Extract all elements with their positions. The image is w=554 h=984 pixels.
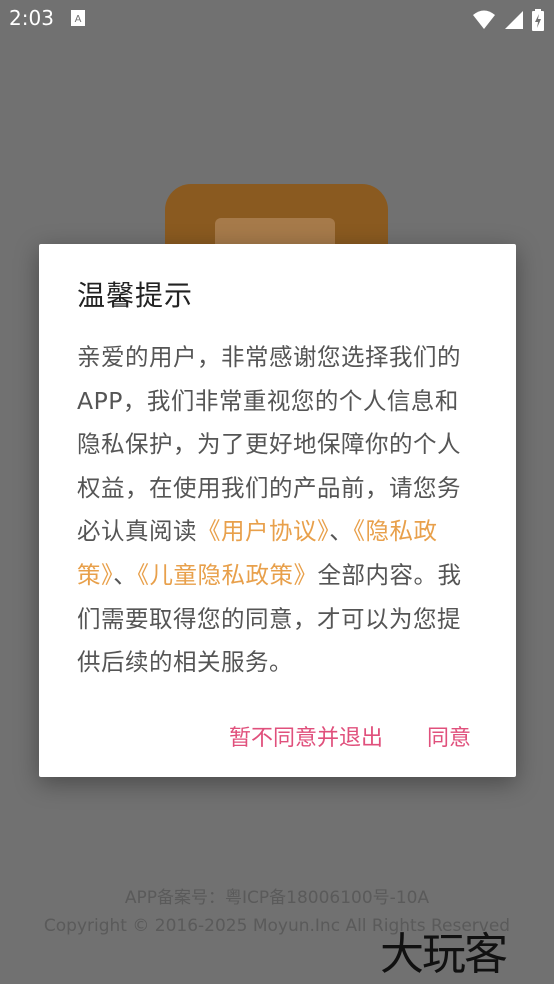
- dialog-body: 亲爱的用户，非常感谢您选择我们的APP，我们非常重视您的个人信息和隐私保护，为了…: [77, 336, 477, 685]
- dialog-text-1: 亲爱的用户，非常感谢您选择我们的APP，我们非常重视您的个人信息和隐私保护，为了…: [77, 343, 461, 546]
- separator: 、: [329, 517, 354, 546]
- privacy-dialog: 温馨提示 亲爱的用户，非常感谢您选择我们的APP，我们非常重视您的个人信息和隐私…: [39, 244, 516, 777]
- svg-text:A: A: [75, 14, 82, 25]
- dialog-title: 温馨提示: [77, 279, 194, 312]
- decline-exit-button[interactable]: 暂不同意并退出: [229, 720, 383, 752]
- separator: 、: [113, 560, 138, 589]
- status-bar: 2:03 A: [0, 0, 554, 38]
- child-privacy-policy-link[interactable]: 《儿童隐私政策》: [137, 561, 317, 589]
- signal-icon: [504, 10, 523, 29]
- user-agreement-link[interactable]: 《用户协议》: [197, 517, 329, 545]
- agree-button[interactable]: 同意: [427, 720, 471, 752]
- notification-a-icon: A: [71, 10, 85, 26]
- icp-record: APP备案号：粤ICP备18006100号-10A: [124, 888, 430, 908]
- watermark-logo: 大玩客: [380, 929, 508, 980]
- status-time: 2:03: [9, 6, 54, 30]
- status-icons: [470, 6, 544, 31]
- wifi-icon: [473, 10, 496, 29]
- battery-charging-icon: [532, 8, 544, 31]
